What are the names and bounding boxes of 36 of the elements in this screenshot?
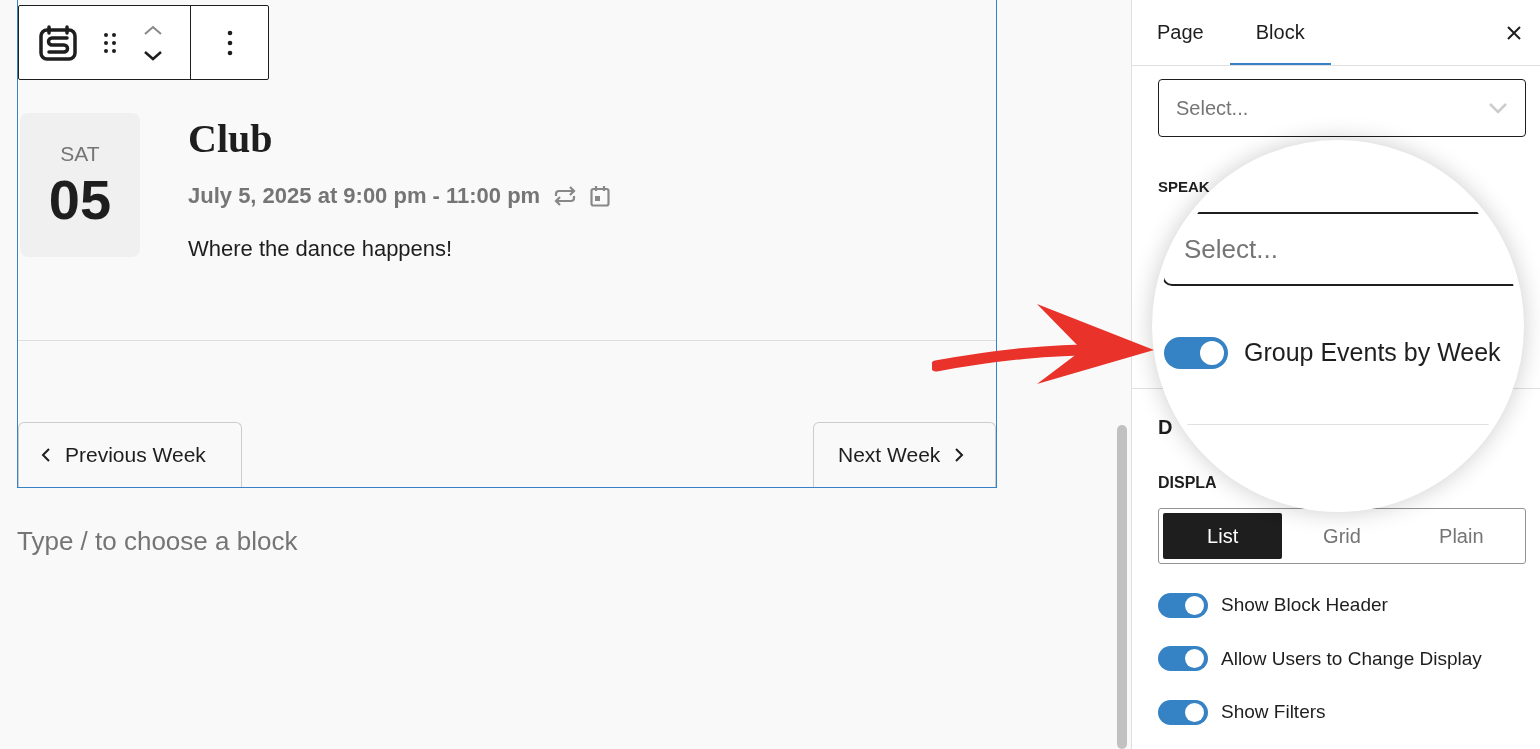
chevron-down-icon: [1488, 102, 1508, 114]
toggle-switch[interactable]: [1158, 646, 1208, 672]
select-placeholder: Select...: [1184, 232, 1278, 266]
more-options-icon[interactable]: [226, 29, 233, 56]
sidebar-tab[interactable]: Page: [1157, 0, 1230, 65]
block-placeholder[interactable]: Type / to choose a block: [17, 522, 1110, 561]
section-label: DISPLA: [1158, 475, 1218, 491]
next-week-button[interactable]: Next Week: [813, 422, 996, 487]
display-option[interactable]: List: [1163, 513, 1283, 559]
calendar-icon[interactable]: [39, 24, 77, 61]
display-option[interactable]: Plain: [1401, 513, 1521, 559]
event-description: Where the dance happens!: [188, 235, 454, 263]
toggle-switch[interactable]: [1158, 592, 1208, 618]
close-icon[interactable]: [1506, 24, 1522, 41]
toggle-label: Group Events by Week: [1244, 337, 1501, 368]
select-placeholder: Select...: [1176, 96, 1249, 121]
event-title[interactable]: Club: [188, 119, 611, 159]
calendar-icon: [590, 184, 611, 207]
weekday-label: SAT: [60, 142, 100, 164]
toggle-switch[interactable]: [1158, 699, 1208, 725]
toggle-label: Show Block Header: [1221, 593, 1388, 617]
toggle-label: Show Filters: [1221, 700, 1326, 724]
toggle-switch[interactable]: [1164, 336, 1228, 369]
sidebar-tab[interactable]: Block: [1229, 0, 1331, 65]
previous-week-button[interactable]: Previous Week: [18, 422, 242, 487]
chevron-left-icon: [41, 447, 51, 463]
day-number: 05: [48, 171, 112, 228]
chevron-right-icon: [954, 447, 965, 463]
drag-handle-icon[interactable]: [103, 31, 117, 54]
scrollbar-thumb[interactable]: [1116, 425, 1127, 749]
display-option[interactable]: Grid: [1282, 513, 1402, 559]
toggle-label: Allow Users to Change Display: [1221, 646, 1482, 671]
section-title: D: [1158, 417, 1174, 437]
section-label: SPEAK: [1158, 179, 1211, 194]
select-field[interactable]: Select...: [1158, 79, 1526, 137]
event-datetime: July 5, 2025 at 9:00 pm - 11:00 pm: [188, 182, 541, 210]
